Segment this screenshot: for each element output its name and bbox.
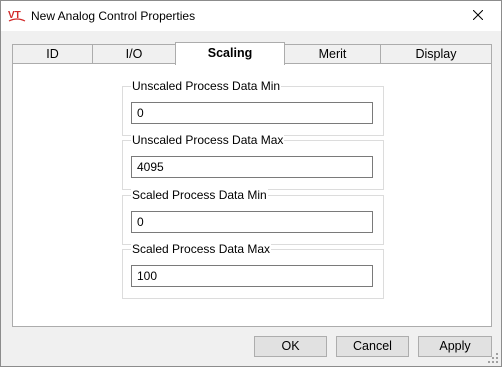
unscaled-max-group: Unscaled Process Data Max	[122, 133, 384, 190]
ok-button[interactable]: OK	[254, 336, 327, 357]
unscaled-min-input[interactable]	[131, 102, 373, 124]
dialog-window: VT New Analog Control Properties ID I/O …	[0, 0, 502, 367]
tab-io[interactable]: I/O	[92, 44, 176, 64]
scaled-min-group: Scaled Process Data Min	[122, 188, 384, 245]
scaling-panel: Unscaled Process Data Min Unscaled Proce…	[12, 63, 492, 327]
unscaled-max-input[interactable]	[131, 156, 373, 178]
vt-logo-icon: VT	[8, 8, 26, 24]
unscaled-min-label: Unscaled Process Data Min	[131, 79, 282, 93]
title-bar[interactable]: VT New Analog Control Properties	[1, 1, 501, 31]
cancel-button[interactable]: Cancel	[336, 336, 409, 357]
unscaled-max-label: Unscaled Process Data Max	[131, 133, 285, 147]
apply-button[interactable]: Apply	[418, 336, 492, 357]
window-title: New Analog Control Properties	[31, 9, 196, 23]
resize-grip-icon[interactable]	[487, 352, 499, 364]
close-button[interactable]	[455, 1, 501, 31]
scaled-max-label: Scaled Process Data Max	[131, 242, 272, 256]
scaled-max-input[interactable]	[131, 265, 373, 287]
scaled-max-group: Scaled Process Data Max	[122, 242, 384, 299]
tab-id[interactable]: ID	[12, 44, 93, 64]
close-icon	[472, 9, 484, 23]
scaled-min-label: Scaled Process Data Min	[131, 188, 268, 202]
tab-display[interactable]: Display	[380, 44, 492, 64]
tab-scaling[interactable]: Scaling	[175, 42, 285, 65]
tab-strip: ID I/O Scaling Merit Display	[12, 42, 492, 65]
scaled-min-input[interactable]	[131, 211, 373, 233]
unscaled-min-group: Unscaled Process Data Min	[122, 79, 384, 136]
tab-merit[interactable]: Merit	[284, 44, 381, 64]
